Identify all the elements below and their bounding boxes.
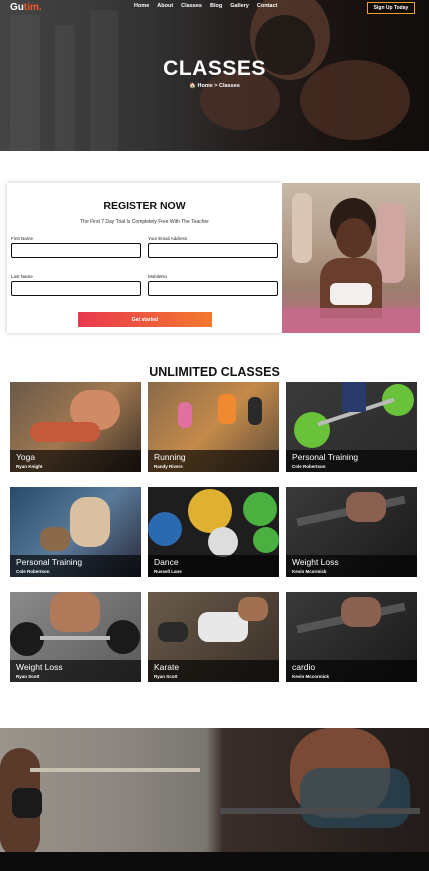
nav-links: Home About Classes Blog Gallery Contact	[134, 3, 277, 9]
breadcrumb: 🏠 Home > Classes	[189, 83, 240, 89]
last-name-label: Last Name	[11, 274, 33, 279]
get-started-button[interactable]: Get started	[78, 312, 212, 327]
class-card-karate[interactable]: Karate Ryan Scott	[148, 592, 279, 682]
class-trainer: Ryan Knight	[16, 464, 43, 469]
class-card-running[interactable]: Running Randy Rivers	[148, 382, 279, 472]
class-trainer: Kevin Mccormick	[292, 674, 330, 679]
class-card-personal-training[interactable]: Personal Training Cole Robertson	[286, 382, 417, 472]
email-label: Your Email Address	[148, 236, 188, 241]
register-photo	[282, 183, 420, 333]
signup-button[interactable]: Sign Up Today	[367, 2, 415, 14]
class-trainer: Russell Lane	[154, 569, 182, 574]
mobile-label: MobileNo	[148, 274, 168, 279]
class-name: Dance	[154, 557, 179, 567]
footer-strip	[0, 852, 429, 871]
register-title: REGISTER NOW	[103, 200, 186, 212]
first-name-label: First Name	[11, 236, 34, 241]
class-name: Personal Training	[16, 557, 83, 567]
class-trainer: Kevin Mcormick	[292, 569, 327, 574]
class-trainer: Cole Robertson	[292, 464, 326, 469]
class-trainer: Ryan Scott	[154, 674, 178, 679]
bottom-banner	[0, 728, 429, 871]
class-name: Personal Training	[292, 452, 359, 462]
hero-banner: CLASSES 🏠 Home > Classes	[0, 0, 429, 151]
email-field[interactable]	[148, 243, 278, 258]
nav-link-classes[interactable]: Classes	[181, 3, 202, 9]
class-card-personal-training-2[interactable]: Personal Training Cole Robertson	[10, 487, 141, 577]
class-name: Yoga	[16, 452, 36, 462]
class-trainer: Ryan Scott	[16, 674, 40, 679]
class-card-dance[interactable]: Dance Russell Lane	[148, 487, 279, 577]
mobile-field[interactable]	[148, 281, 278, 296]
nav-link-contact[interactable]: Contact	[257, 3, 277, 9]
first-name-field[interactable]	[11, 243, 141, 258]
top-nav: Gutim. Home About Classes Blog Gallery C…	[0, 0, 429, 16]
page-title: CLASSES	[163, 57, 266, 80]
register-form: REGISTER NOW The First 7 Day Trial Is Co…	[7, 183, 282, 333]
class-trainer: Randy Rivers	[154, 464, 183, 469]
classes-title: UNLIMITED CLASSES	[149, 365, 280, 379]
nav-link-gallery[interactable]: Gallery	[230, 3, 249, 9]
class-name: Running	[154, 452, 186, 462]
nav-link-blog[interactable]: Blog	[210, 3, 222, 9]
nav-link-home[interactable]: Home	[134, 3, 149, 9]
class-card-weight-loss[interactable]: Weight Loss Kevin Mcormick	[286, 487, 417, 577]
class-name: Karate	[154, 662, 180, 672]
class-card-cardio[interactable]: cardio Kevin Mccormick	[286, 592, 417, 682]
nav-link-about[interactable]: About	[157, 3, 173, 9]
class-name: cardio	[292, 662, 316, 672]
class-name: Weight Loss	[16, 662, 63, 672]
class-card-yoga[interactable]: Yoga Ryan Knight	[10, 382, 141, 472]
register-subtitle: The First 7 Day Trial Is Completely Free…	[80, 219, 209, 225]
logo[interactable]: Gutim.	[10, 2, 42, 13]
last-name-field[interactable]	[11, 281, 141, 296]
class-name: Weight Loss	[292, 557, 339, 567]
class-trainer: Cole Robertson	[16, 569, 50, 574]
class-card-weight-loss-2[interactable]: Weight Loss Ryan Scott	[10, 592, 141, 682]
